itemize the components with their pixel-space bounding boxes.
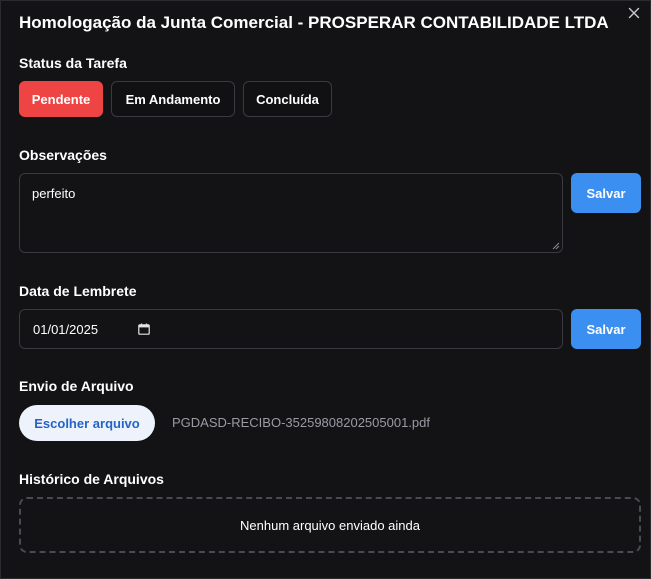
reminder-date-input[interactable]: 01/01/2025 xyxy=(19,309,563,349)
resize-grip-icon[interactable] xyxy=(552,242,560,250)
selected-file-name: PGDASD-RECIBO-35259808202505001.pdf xyxy=(172,415,430,430)
file-history-empty: Nenhum arquivo enviado ainda xyxy=(19,497,641,553)
status-concluida-button[interactable]: Concluída xyxy=(243,81,332,117)
save-observations-button[interactable]: Salvar xyxy=(571,173,641,213)
observations-textarea[interactable]: perfeito xyxy=(19,173,563,253)
close-icon[interactable] xyxy=(626,5,642,21)
calendar-icon[interactable] xyxy=(138,323,150,335)
modal-title: Homologação da Junta Comercial - PROSPER… xyxy=(19,13,609,32)
status-label: Status da Tarefa xyxy=(19,55,127,71)
save-reminder-button[interactable]: Salvar xyxy=(571,309,641,349)
task-modal: Homologação da Junta Comercial - PROSPER… xyxy=(0,0,651,579)
status-em-andamento-button[interactable]: Em Andamento xyxy=(111,81,235,117)
file-history-empty-text: Nenhum arquivo enviado ainda xyxy=(240,517,420,533)
status-pendente-button[interactable]: Pendente xyxy=(19,81,103,117)
reminder-date-value: 01/01/2025 xyxy=(33,321,99,337)
choose-file-button[interactable]: Escolher arquivo xyxy=(19,405,155,441)
history-label: Histórico de Arquivos xyxy=(19,471,164,487)
reminder-label: Data de Lembrete xyxy=(19,283,137,299)
observations-label: Observações xyxy=(19,147,107,163)
upload-label: Envio de Arquivo xyxy=(19,378,134,394)
observations-text: perfeito xyxy=(32,186,76,201)
